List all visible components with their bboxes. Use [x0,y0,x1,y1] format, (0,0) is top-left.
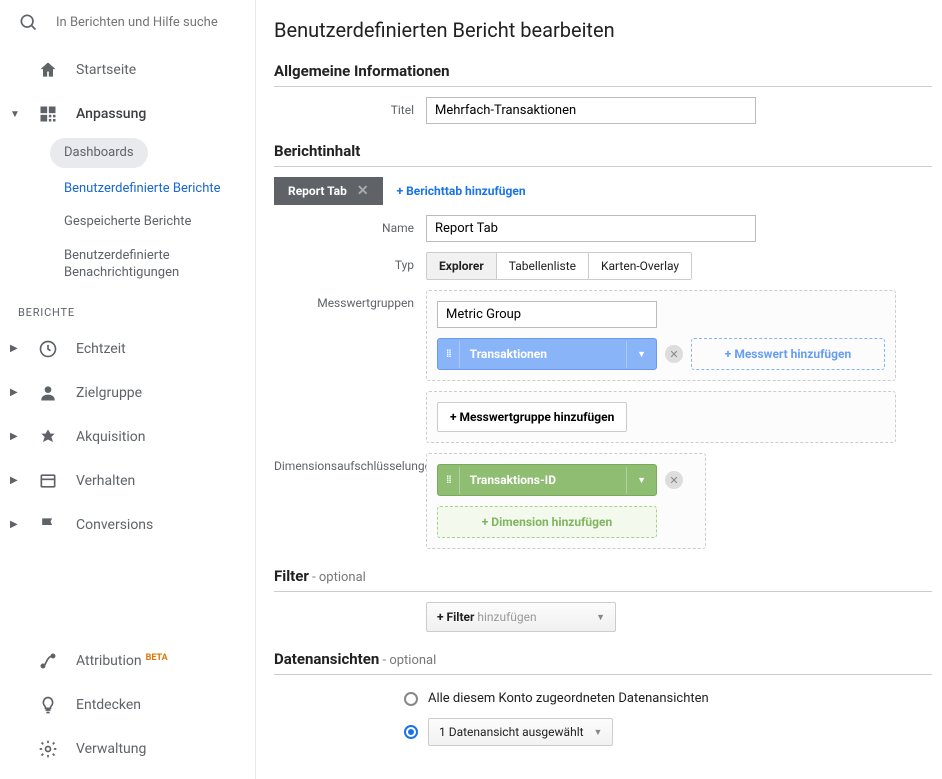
grip-icon: ⁞⁞ [438,341,460,368]
subnav-custom-alerts[interactable]: Benutzerdefinierte Benachrichtigungen [56,239,255,290]
remove-metric-button[interactable]: ✕ [665,345,683,363]
dimension-chip-transaktions-id[interactable]: ⁞⁞ Transaktions-ID ▼ [437,464,657,496]
search-icon [18,12,38,32]
page-title: Benutzerdefinierten Bericht bearbeiten [274,18,932,42]
metric-groups-label: Messwertgruppen [274,290,426,310]
search-input[interactable] [56,15,239,30]
subnav-saved-reports[interactable]: Gespeicherte Berichte [56,205,255,239]
subnav-custom-reports[interactable]: Benutzerdefinierte Berichte [56,172,255,206]
subnav-dashboards[interactable]: Dashboards [50,138,148,168]
chevron-down-icon: ▼ [626,341,656,368]
chevron-down-icon: ▼ [596,612,605,623]
nav-acquisition[interactable]: ▶ Akquisition [0,415,255,459]
name-label: Name [274,215,426,235]
nav-label: Akquisition [76,429,146,445]
add-dimension-button[interactable]: + Dimension hinzufügen [437,506,657,538]
metric-chip-transaktionen[interactable]: ⁞⁞ Transaktionen ▼ [437,338,657,370]
type-buttons: Explorer Tabellenliste Karten-Overlay [426,252,692,280]
gear-icon [38,739,58,759]
caret-right-icon: ▶ [10,475,20,486]
section-general-info: Allgemeine Informationen [274,62,932,87]
nav-audience[interactable]: ▶ Zielgruppe [0,371,255,415]
tab-label: Report Tab [288,184,347,198]
sidebar: Startseite ▼ Anpassung Dashboards Benutz… [0,0,256,779]
type-table[interactable]: Tabellenliste [497,253,589,279]
caret-down-icon: ▼ [10,109,20,120]
chevron-down-icon: ▼ [626,467,656,494]
chip-label: Transaktions-ID [460,465,626,495]
attribution-icon [38,651,58,671]
caret-right-icon: ▶ [10,519,20,530]
nav-label: AttributionBETA [76,653,168,669]
radio-all-views[interactable] [404,692,418,706]
nav-label: Conversions [76,517,153,533]
nav-label: Verhalten [76,473,135,489]
nav-attribution[interactable]: AttributionBETA [0,639,255,683]
views-select-label: 1 Datenansicht ausgewählt [439,725,584,739]
search-row [0,0,255,44]
radio-selected-views[interactable] [404,725,418,739]
title-input[interactable] [426,97,756,124]
close-tab-icon[interactable]: ✕ [357,183,369,199]
nav-label: Anpassung [76,106,146,122]
chevron-down-icon: ▼ [594,727,603,738]
caret-right-icon: ▶ [10,387,20,398]
nav-realtime[interactable]: ▶ Echtzeit [0,327,255,371]
nav-label: Zielgruppe [76,385,142,401]
title-label: Titel [274,97,426,117]
type-label: Typ [274,252,426,272]
grip-icon: ⁞⁞ [438,467,460,494]
behavior-icon [38,471,58,491]
metric-group-panel: ⁞⁞ Transaktionen ▼ ✕ + Messwert hinzufüg… [426,290,896,381]
flag-icon [38,515,58,535]
add-metric-group-button[interactable]: + Messwertgruppe hinzufügen [437,402,627,432]
acquisition-icon [38,427,58,447]
nav-label: Verwaltung [76,741,146,757]
metric-group-name-input[interactable] [437,301,657,328]
section-filter: Filter - optional [274,567,932,592]
person-icon [38,383,58,403]
section-views: Datenansichten - optional [274,650,932,675]
nav-behavior[interactable]: ▶ Verhalten [0,459,255,503]
clock-icon [38,339,58,359]
nav-label: Startseite [76,62,136,78]
home-icon [38,60,58,80]
remove-dimension-button[interactable]: ✕ [665,471,683,489]
bottom-nav: AttributionBETA Entdecken Verwaltung [0,638,255,779]
radio-all-views-label: Alle diesem Konto zugeordneten Datenansi… [428,691,709,706]
dimensions-panel: ⁞⁞ Transaktions-ID ▼ ✕ + Dimension hinzu… [426,453,706,549]
name-input[interactable] [426,215,756,242]
reports-section-label: BERICHTE [0,290,255,327]
dimensions-label: Dimensionsaufschlüsselungen [274,453,426,473]
caret-right-icon: ▶ [10,431,20,442]
nav-home[interactable]: Startseite [0,48,255,92]
nav-label: Entdecken [76,697,141,713]
report-tab-active[interactable]: Report Tab ✕ [274,177,383,205]
subnav-customization: Dashboards Benutzerdefinierte Berichte G… [0,136,255,290]
views-select[interactable]: 1 Datenansicht ausgewählt ▼ [428,718,613,746]
section-report-content: Berichtinhalt [274,142,932,167]
beta-badge: BETA [146,653,168,663]
customization-icon [38,104,58,124]
nav-customization[interactable]: ▼ Anpassung [0,92,255,136]
add-metric-button[interactable]: + Messwert hinzufügen [691,338,885,370]
nav-conversions[interactable]: ▶ Conversions [0,503,255,547]
main-content: Benutzerdefinierten Bericht bearbeiten A… [256,0,942,779]
add-metric-group-panel: + Messwertgruppe hinzufügen [426,391,896,443]
type-map[interactable]: Karten-Overlay [589,253,691,279]
lightbulb-icon [38,695,58,715]
add-filter-button[interactable]: + Filter hinzufügen ▼ [426,602,616,632]
nav-admin[interactable]: Verwaltung [0,727,255,771]
caret-right-icon: ▶ [10,343,20,354]
nav-label: Echtzeit [76,341,126,357]
nav-discover[interactable]: Entdecken [0,683,255,727]
add-report-tab[interactable]: + Berichttab hinzufügen [383,178,540,204]
chip-label: Transaktionen [460,339,626,369]
type-explorer[interactable]: Explorer [427,253,497,279]
nav: Startseite ▼ Anpassung Dashboards Benutz… [0,44,255,638]
